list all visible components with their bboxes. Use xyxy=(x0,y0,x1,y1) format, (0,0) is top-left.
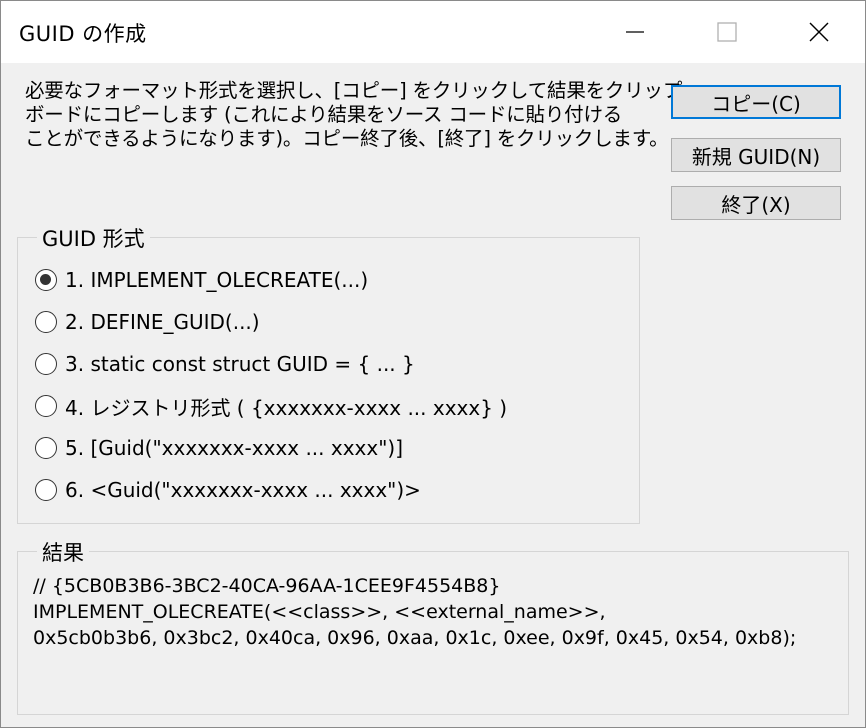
maximize-button[interactable] xyxy=(681,1,773,63)
format-option-2[interactable]: 2. DEFINE_GUID(...) xyxy=(35,307,260,337)
format-option-label: 1. IMPLEMENT_OLECREATE(...) xyxy=(65,268,369,292)
radio-button-checked[interactable] xyxy=(35,269,57,291)
format-option-label: 5. [Guid("xxxxxxx-xxxx ... xxxx")] xyxy=(65,436,404,460)
minimize-button[interactable] xyxy=(589,1,681,63)
instructions-line: 必要なフォーマット形式を選択し、[コピー] をクリックして結果をクリップ xyxy=(25,79,683,102)
instructions-line: ボードにコピーします (これにより結果をソース コードに貼り付ける xyxy=(25,103,623,126)
guid-dialog: GUID の作成 必要なフォーマット形式を選択し、[コピー] をクリックして結果… xyxy=(0,0,866,728)
format-option-5[interactable]: 5. [Guid("xxxxxxx-xxxx ... xxxx")] xyxy=(35,433,403,463)
format-option-label: 4. レジストリ形式 ( {xxxxxxx-xxxx ... xxxx} ) xyxy=(65,395,508,420)
radio-button[interactable] xyxy=(35,437,57,459)
radio-button[interactable] xyxy=(35,395,57,417)
instructions-line: ことができるようになります)。コピー終了後、[終了] をクリックします。 xyxy=(25,127,669,150)
window-title: GUID の作成 xyxy=(19,22,147,46)
format-option-3[interactable]: 3. static const struct GUID = { ... } xyxy=(35,349,415,379)
format-option-label: 6. <Guid("xxxxxxx-xxxx ... xxxx")> xyxy=(65,478,421,502)
radio-button[interactable] xyxy=(35,311,57,333)
close-button[interactable] xyxy=(773,1,865,63)
format-option-4[interactable]: 4. レジストリ形式 ( {xxxxxxx-xxxx ... xxxx} ) xyxy=(35,391,507,421)
radio-button[interactable] xyxy=(35,479,57,501)
format-option-label: 2. DEFINE_GUID(...) xyxy=(65,310,260,334)
new-guid-button[interactable]: 新規 GUID(N) xyxy=(671,138,841,172)
result-line: 0x5cb0b3b6, 0x3bc2, 0x40ca, 0x96, 0xaa, … xyxy=(33,627,797,649)
result-line: // {5CB0B3B6-3BC2-40CA-96AA-1CEE9F4554B8… xyxy=(33,575,501,597)
result-line: IMPLEMENT_OLECREATE(<<class>>, <<externa… xyxy=(33,601,606,623)
copy-button[interactable]: コピー(C) xyxy=(671,85,841,119)
format-option-1[interactable]: 1. IMPLEMENT_OLECREATE(...) xyxy=(35,265,368,295)
guid-format-legend: GUID 形式 xyxy=(37,223,150,253)
result-output: // {5CB0B3B6-3BC2-40CA-96AA-1CEE9F4554B8… xyxy=(33,573,843,651)
radio-button[interactable] xyxy=(35,353,57,375)
close-icon xyxy=(809,22,829,42)
maximize-icon xyxy=(717,22,737,42)
title-bar[interactable]: GUID の作成 xyxy=(1,1,865,63)
instructions-text: 必要なフォーマット形式を選択し、[コピー] をクリックして結果をクリップ ボード… xyxy=(25,79,683,151)
format-option-6[interactable]: 6. <Guid("xxxxxxx-xxxx ... xxxx")> xyxy=(35,475,421,505)
format-option-label: 3. static const struct GUID = { ... } xyxy=(65,352,415,376)
result-legend: 結果 xyxy=(37,537,89,567)
minimize-icon xyxy=(626,31,644,33)
exit-button[interactable]: 終了(X) xyxy=(671,186,841,220)
